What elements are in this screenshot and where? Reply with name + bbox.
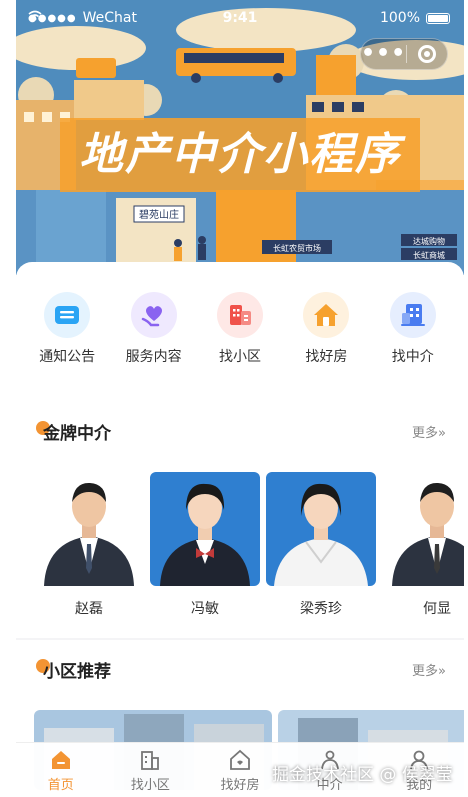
- agent-card[interactable]: 梁秀珍: [266, 472, 376, 618]
- svg-text:长虹商城: 长虹商城: [413, 250, 445, 260]
- svg-text:达城购物: 达城购物: [413, 236, 445, 246]
- heart-hand-icon: [130, 292, 177, 338]
- tab-estate-label: 找小区: [130, 778, 170, 793]
- more-button[interactable]: •••: [361, 43, 406, 65]
- svg-text:碧苑山庄: 碧苑山庄: [139, 208, 179, 221]
- close-icon: [418, 45, 437, 63]
- agent-name: 冯敏: [191, 601, 219, 617]
- nav-agent[interactable]: 找中介: [373, 292, 453, 366]
- estates-section-title: 小区推荐: [43, 662, 111, 682]
- status-bar: ●●●●● WeChat 9:41 100%: [16, 0, 464, 36]
- office-icon: [389, 292, 436, 338]
- home-icon: [51, 751, 70, 769]
- nav-estate[interactable]: 找小区: [200, 292, 280, 366]
- agent-list: 赵磊 冯敏 梁秀珍 何显: [16, 458, 464, 638]
- agent-card[interactable]: 冯敏: [150, 472, 260, 618]
- agent-photo: [150, 472, 260, 586]
- agents-more-link[interactable]: 更多»: [412, 422, 446, 441]
- estates-more-link[interactable]: 更多»: [412, 660, 446, 679]
- tab-home[interactable]: 首页: [16, 743, 106, 797]
- battery-percent: 100%: [379, 10, 420, 26]
- banner[interactable]: 碧苑山庄 长虹农贸市场 达城购物 长虹商城 ●●●●● WeChat 9:41 …: [16, 0, 464, 275]
- nav-house[interactable]: 找好房: [286, 292, 366, 366]
- nav-house-label: 找好房: [305, 349, 348, 365]
- agent-photo: [34, 472, 144, 586]
- nav-agent-label: 找中介: [391, 349, 434, 365]
- agents-section-title: 金牌中介: [43, 424, 111, 444]
- miniprogram-capsule: •••: [360, 38, 448, 70]
- nav-service[interactable]: 服务内容: [114, 292, 194, 366]
- agent-name: 何显: [423, 601, 451, 617]
- estate-icon: [141, 751, 160, 770]
- nav-notice-label: 通知公告: [39, 349, 96, 365]
- quick-nav-panel: 通知公告 服务内容 找小区 找好房 找中介: [16, 262, 464, 402]
- close-button[interactable]: [407, 45, 447, 63]
- agent-name: 梁秀珍: [300, 601, 342, 617]
- nav-notice[interactable]: 通知公告: [27, 292, 107, 366]
- phone-screen: 碧苑山庄 长虹农贸市场 达城购物 长虹商城 ●●●●● WeChat 9:41 …: [16, 0, 464, 797]
- nav-service-label: 服务内容: [125, 349, 182, 365]
- notice-icon: [44, 292, 91, 338]
- tab-house-label: 找好房: [220, 778, 260, 793]
- watermark: 掘金技术社区 @ 侯翠莹: [272, 765, 453, 785]
- tab-estate[interactable]: 找小区: [106, 743, 196, 797]
- agents-section-header: 金牌中介 更多»: [16, 402, 464, 458]
- nav-estate-label: 找小区: [218, 349, 261, 365]
- agent-photo: [266, 472, 376, 586]
- building-icon: [216, 292, 263, 338]
- banner-title: 地产中介小程序: [60, 118, 420, 192]
- battery-icon: [426, 12, 450, 24]
- agent-card[interactable]: 赵磊: [34, 472, 144, 618]
- house-outline-icon: [230, 749, 250, 770]
- svg-text:长虹农贸市场: 长虹农贸市场: [273, 243, 321, 253]
- house-icon: [303, 292, 350, 338]
- tab-home-label: 首页: [47, 778, 74, 793]
- agent-card[interactable]: 何显: [382, 472, 464, 618]
- agent-photo: [382, 472, 464, 586]
- estates-section-header: 小区推荐 更多»: [16, 640, 464, 696]
- agent-name: 赵磊: [75, 601, 103, 617]
